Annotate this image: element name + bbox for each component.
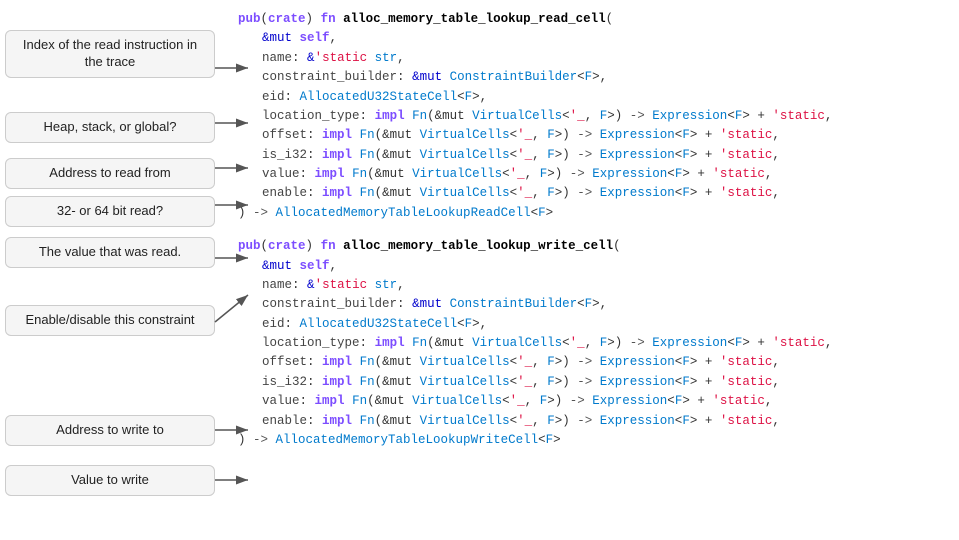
code-line: constraint_builder: &mut ConstraintBuild… [238, 68, 951, 87]
code-line: is_i32: impl Fn(&mut VirtualCells<'_, F>… [238, 146, 951, 165]
code-line: pub(crate) fn alloc_memory_table_lookup_… [238, 10, 951, 29]
code-line: ) -> AllocatedMemoryTableLookupReadCell<… [238, 204, 951, 223]
code-line: value: impl Fn(&mut VirtualCells<'_, F>)… [238, 165, 951, 184]
code-panel: pub(crate) fn alloc_memory_table_lookup_… [230, 0, 959, 540]
code-line: eid: AllocatedU32StateCell<F>, [238, 88, 951, 107]
ann-bit-read: 32- or 64 bit read? [5, 196, 215, 227]
code-line: location_type: impl Fn(&mut VirtualCells… [238, 334, 951, 353]
ann-enable: Enable/disable this constraint [5, 305, 215, 336]
code-line: enable: impl Fn(&mut VirtualCells<'_, F>… [238, 412, 951, 431]
code-line: pub(crate) fn alloc_memory_table_lookup_… [238, 237, 951, 256]
code-line: eid: AllocatedU32StateCell<F>, [238, 315, 951, 334]
ann-address-read: Address to read from [5, 158, 215, 189]
main-container: Index of the read instruction in the tra… [0, 0, 959, 540]
code-line: offset: impl Fn(&mut VirtualCells<'_, F>… [238, 126, 951, 145]
code-line: constraint_builder: &mut ConstraintBuild… [238, 295, 951, 314]
code-line: location_type: impl Fn(&mut VirtualCells… [238, 107, 951, 126]
code-line: name: &'static str, [238, 276, 951, 295]
code-line: &mut self, [238, 29, 951, 48]
code-line: &mut self, [238, 257, 951, 276]
ann-value-write: Value to write [5, 465, 215, 496]
ann-addr-write: Address to write to [5, 415, 215, 446]
code-line: offset: impl Fn(&mut VirtualCells<'_, F>… [238, 353, 951, 372]
code-line: is_i32: impl Fn(&mut VirtualCells<'_, F>… [238, 373, 951, 392]
code-line: ) -> AllocatedMemoryTableLookupWriteCell… [238, 431, 951, 450]
ann-index: Index of the read instruction in the tra… [5, 30, 215, 78]
ann-heap: Heap, stack, or global? [5, 112, 215, 143]
code-line: name: &'static str, [238, 49, 951, 68]
code-line: enable: impl Fn(&mut VirtualCells<'_, F>… [238, 184, 951, 203]
ann-value-read: The value that was read. [5, 237, 215, 268]
annotations-panel: Index of the read instruction in the tra… [0, 0, 230, 540]
code-line: value: impl Fn(&mut VirtualCells<'_, F>)… [238, 392, 951, 411]
